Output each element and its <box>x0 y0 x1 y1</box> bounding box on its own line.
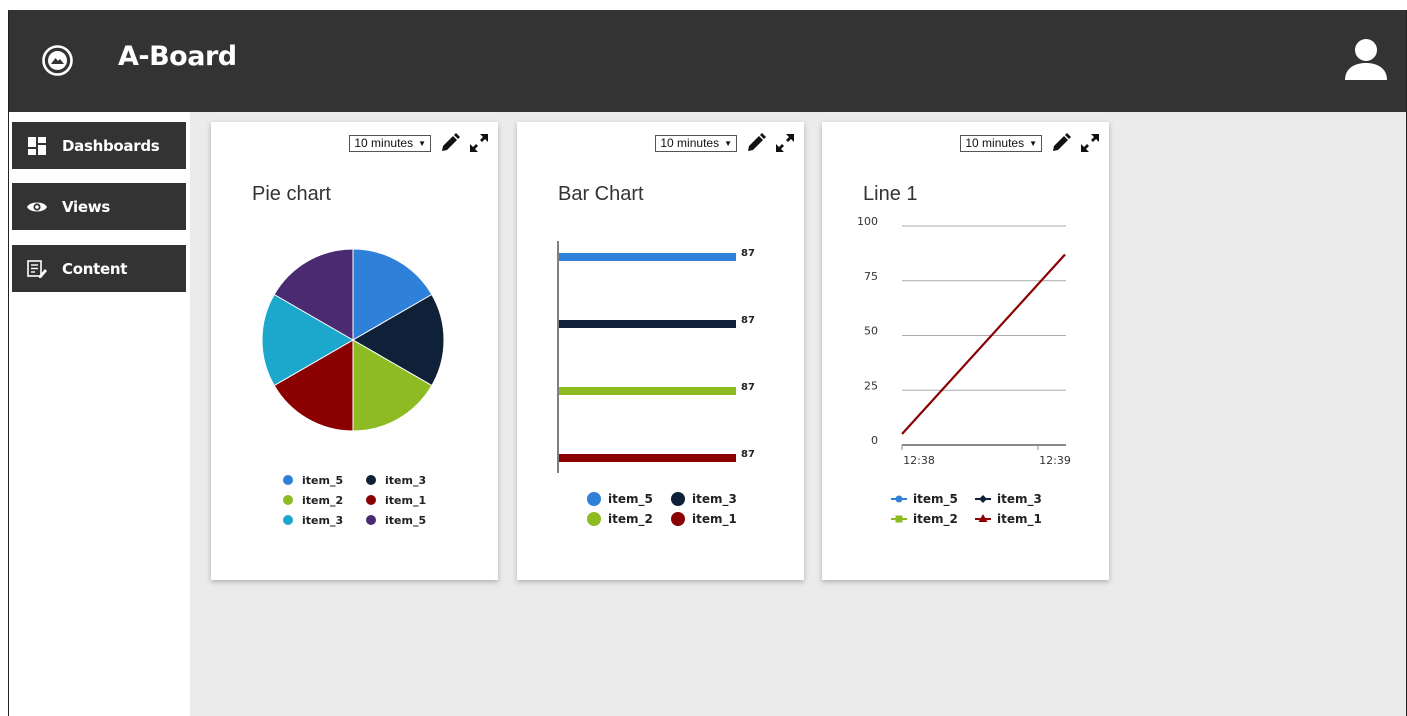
y-tick-label: 25 <box>864 379 878 392</box>
sidebar-item-label: Views <box>62 197 110 216</box>
y-tick-label: 0 <box>871 434 878 447</box>
legend-item-label: item_3 <box>997 492 1042 507</box>
line-chart: 0 25 50 75 100 12:38 12:39 item_5 item_3 item_2 it… <box>857 215 1071 527</box>
legend-item-label: item_1 <box>997 512 1042 527</box>
x-tick-label: 12:39 <box>1039 454 1071 467</box>
y-tick-label: 75 <box>864 270 878 283</box>
legend-item-label: item_5 <box>385 514 426 527</box>
legend-marker <box>587 512 601 526</box>
app-header: A-Board <box>9 10 1406 112</box>
legend-marker <box>587 492 601 506</box>
x-tick-label: 12:38 <box>903 454 935 467</box>
legend-item-label: item_3 <box>692 492 737 507</box>
bar <box>559 387 736 395</box>
sidebar-item-views[interactable]: Views <box>12 183 186 230</box>
y-tick-label: 100 <box>857 215 878 228</box>
dashboard-canvas: 10 minutes ▼ Pie chart item_5 item_3 item_2… <box>190 112 1406 716</box>
legend-item-label: item_1 <box>692 512 737 527</box>
legend-marker <box>895 515 903 523</box>
legend-item-label: item_5 <box>608 492 653 507</box>
legend-item-label: item_2 <box>608 512 653 527</box>
widget-line-chart: 10 minutes ▼ Line 1 0 25 50 75 100 12:38 12:39 i… <box>822 122 1109 580</box>
eye-icon <box>26 198 48 216</box>
logo-icon <box>42 45 73 76</box>
y-tick-label: 50 <box>864 325 878 338</box>
sidebar-item-dashboards[interactable]: Dashboards <box>12 122 186 169</box>
legend-item-label: item_5 <box>302 474 343 487</box>
sidebar-item-label: Dashboards <box>62 136 160 155</box>
legend-item-label: item_2 <box>302 494 343 507</box>
pie-chart: item_5 item_3 item_2 item_1 item_3 item_5 <box>261 248 445 527</box>
app-frame: A-Board Dashboards Views Content 10 minu… <box>8 10 1407 716</box>
widget-pie-chart: 10 minutes ▼ Pie chart item_5 item_3 item_2… <box>211 122 498 580</box>
legend-marker <box>366 495 376 505</box>
app-title: A-Board <box>118 41 237 72</box>
legend-marker <box>366 475 376 485</box>
bar <box>559 320 736 328</box>
legend-item-label: item_2 <box>913 512 958 527</box>
legend-item-label: item_5 <box>913 492 958 507</box>
series-line <box>901 253 1066 435</box>
legend-marker <box>671 512 685 526</box>
sidebar-item-label: Content <box>62 259 128 278</box>
legend-marker <box>283 495 293 505</box>
bar-data-label: 87 <box>741 449 755 460</box>
bar-data-label: 87 <box>741 382 755 393</box>
dashboard-icon <box>26 136 48 155</box>
user-account-icon[interactable] <box>1345 38 1387 80</box>
content-icon <box>26 259 48 278</box>
legend-marker <box>895 495 903 503</box>
legend-marker <box>283 475 293 485</box>
sidebar: Dashboards Views Content <box>9 112 190 716</box>
bar-data-label: 87 <box>741 315 755 326</box>
widget-bar-chart: 10 minutes ▼ Bar Chart 87 87 87 87 item_5 item… <box>517 122 804 580</box>
legend-marker <box>283 515 293 525</box>
legend-item-label: item_3 <box>385 474 426 487</box>
bar <box>559 253 736 261</box>
bar-chart: 87 87 87 87 item_5 item_3 item_2 item_1 <box>557 241 755 527</box>
bar-data-label: 87 <box>741 248 755 259</box>
sidebar-item-content[interactable]: Content <box>12 245 186 292</box>
legend-marker <box>366 515 376 525</box>
legend-item-label: item_3 <box>302 514 343 527</box>
legend-marker <box>979 495 987 503</box>
legend-marker <box>671 492 685 506</box>
legend-item-label: item_1 <box>385 494 426 507</box>
bar <box>559 454 736 462</box>
